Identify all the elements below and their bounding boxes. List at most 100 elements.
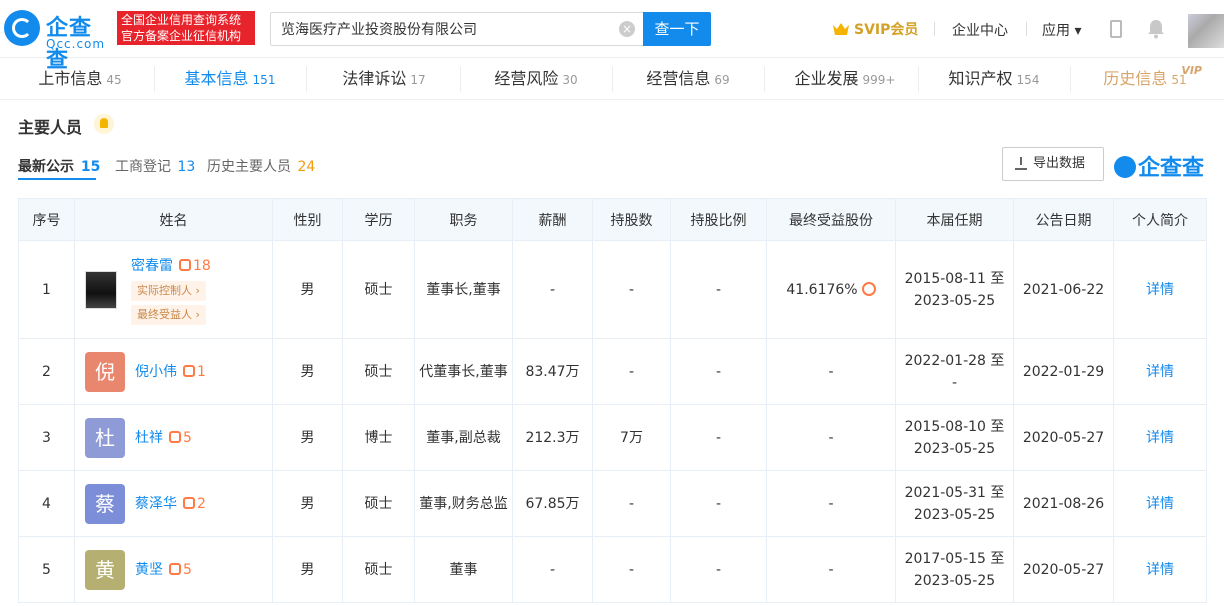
tab-label: 经营信息 — [646, 69, 711, 88]
cell-shares: - — [592, 536, 671, 603]
cell-education: 硕士 — [342, 240, 415, 339]
cell-date: 2020-05-27 — [1013, 536, 1114, 603]
detail-link[interactable]: 详情 — [1146, 282, 1174, 298]
detail-link[interactable]: 详情 — [1146, 430, 1174, 446]
subtab-latest[interactable]: 最新公示 15 — [18, 156, 100, 176]
subtab-label: 历史主要人员 — [207, 159, 291, 175]
person-name-link[interactable]: 杜祥 — [135, 430, 163, 446]
subtab-history-people[interactable]: 历史主要人员 24 — [207, 156, 315, 176]
top-bar: 企查查 Qcc.com 全国企业信用查询系统 官方备案企业征信机构 × 查一下 … — [0, 0, 1224, 73]
relation-count[interactable]: 2 — [183, 496, 206, 512]
tab-ip[interactable]: 知识产权 154 — [932, 58, 1056, 100]
person-name-link[interactable]: 倪小伟 — [135, 364, 177, 380]
qcc-watermark-logo: 企查查 — [1114, 150, 1204, 182]
person-avatar[interactable]: 杜 — [85, 417, 125, 458]
divider — [934, 22, 935, 36]
cell-ratio: - — [670, 470, 767, 537]
person-photo[interactable] — [85, 270, 117, 309]
qcc-logo[interactable]: 企查查 Qcc.com — [4, 10, 114, 73]
relation-count-value: 5 — [183, 429, 192, 446]
cell-position: 董事,财务总监 — [414, 470, 513, 537]
detail-link[interactable]: 详情 — [1146, 364, 1174, 380]
cell-date: 2021-08-26 — [1013, 470, 1114, 537]
person-avatar[interactable]: 黄 — [85, 549, 125, 590]
mobile-icon[interactable] — [1110, 20, 1122, 38]
person-info: 密春雷 18 实际控制人 › 最终受益人 › — [131, 255, 211, 325]
user-avatar[interactable] — [1188, 14, 1224, 48]
relation-count[interactable]: 1 — [183, 364, 206, 380]
cell-name: 黄 黄坚 5 — [74, 536, 273, 603]
cell-benefit: - — [766, 536, 896, 603]
person-info: 黄坚 5 — [135, 559, 192, 581]
person-avatar[interactable]: 蔡 — [85, 483, 125, 524]
relation-graph-icon — [169, 430, 181, 443]
person-avatar[interactable]: 倪 — [85, 351, 125, 392]
cell-education: 博士 — [342, 404, 415, 471]
tab-label: 历史信息 — [1103, 69, 1168, 88]
search-input[interactable] — [281, 13, 611, 45]
cell-no: 1 — [18, 240, 75, 339]
benefit-value: 41.6176% — [786, 281, 858, 298]
cell-position: 董事 — [414, 536, 513, 603]
relation-count-value: 18 — [193, 257, 211, 274]
subscribe-bell-icon[interactable] — [94, 114, 114, 134]
person-name-link[interactable]: 黄坚 — [135, 562, 163, 578]
relation-count-value: 2 — [197, 495, 206, 512]
cell-education: 硕士 — [342, 470, 415, 537]
col-header-date: 公告日期 — [1013, 198, 1114, 241]
tab-listing-info[interactable]: 上市信息 45 — [20, 58, 140, 100]
tab-count: 151 — [252, 73, 276, 87]
tab-basic-info[interactable]: 基本信息 151 — [168, 58, 292, 100]
subtab-label: 最新公示 — [18, 159, 74, 175]
term-end: 2023-05-25 — [913, 440, 996, 457]
notification-bell-icon[interactable] — [1147, 19, 1165, 39]
person-info: 杜祥 5 — [135, 427, 192, 449]
person-name-link[interactable]: 密春雷 — [131, 258, 173, 274]
cell-ratio: - — [670, 338, 767, 405]
search-button[interactable]: 查一下 — [643, 12, 711, 46]
apps-menu[interactable]: 应用 ▾ — [1042, 20, 1081, 40]
detail-link[interactable]: 详情 — [1146, 562, 1174, 578]
equity-chain-icon[interactable] — [861, 281, 876, 296]
tab-development[interactable]: 企业发展 999+ — [778, 58, 912, 100]
divider — [612, 66, 613, 92]
tab-legal[interactable]: 法律诉讼 17 — [322, 58, 446, 100]
tab-history[interactable]: 历史信息 51 VIP — [1090, 58, 1202, 100]
svip-link[interactable]: SVIP会员 — [832, 19, 918, 39]
person-name-link[interactable]: 蔡泽华 — [135, 496, 177, 512]
term-end: 2023-05-25 — [913, 572, 996, 589]
cell-profile: 详情 — [1113, 470, 1207, 537]
tab-label: 经营风险 — [494, 69, 559, 88]
detail-link[interactable]: 详情 — [1146, 496, 1174, 512]
tab-risk[interactable]: 经营风险 30 — [474, 58, 598, 100]
qcc-logo-icon — [1114, 156, 1136, 178]
table-row: 1 密春雷 18 实际控制人 › 最终受益人 › 男 硕士 董事长,董事 - - … — [18, 240, 1207, 339]
enterprise-center-link[interactable]: 企业中心 — [952, 20, 1008, 40]
cell-education: 硕士 — [342, 536, 415, 603]
subtab-registration[interactable]: 工商登记 13 — [115, 156, 195, 176]
cell-salary: - — [512, 240, 593, 339]
relation-graph-icon — [183, 496, 195, 509]
cell-position: 董事,副总裁 — [414, 404, 513, 471]
ultimate-beneficiary-tag[interactable]: 最终受益人 › — [131, 304, 206, 325]
relation-count[interactable]: 5 — [169, 562, 192, 578]
tab-count: 17 — [410, 73, 426, 87]
term-start: 2022-01-28 至 — [904, 352, 1005, 369]
export-label: 导出数据 — [1033, 156, 1086, 171]
divider — [1070, 66, 1071, 92]
table-row: 2 倪 倪小伟 1 男 硕士 代董事长,董事 83.47万 - - - 2022-… — [18, 338, 1207, 405]
search-box: × — [270, 12, 644, 46]
actual-controller-tag[interactable]: 实际控制人 › — [131, 280, 206, 301]
clear-icon[interactable]: × — [619, 21, 635, 37]
table-row: 5 黄 黄坚 5 男 硕士 董事 - - - - 2017-05-15 至 2023… — [18, 536, 1207, 603]
cell-no: 3 — [18, 404, 75, 471]
tab-label: 基本信息 — [184, 69, 249, 88]
term-end: - — [951, 374, 958, 391]
export-button[interactable]: 导出数据 — [1002, 147, 1104, 181]
cell-salary: - — [512, 536, 593, 603]
relation-count[interactable]: 5 — [169, 430, 192, 446]
tab-operation[interactable]: 经营信息 69 — [626, 58, 750, 100]
relation-count[interactable]: 18 — [179, 258, 211, 274]
divider — [306, 66, 307, 92]
cell-date: 2022-01-29 — [1013, 338, 1114, 405]
